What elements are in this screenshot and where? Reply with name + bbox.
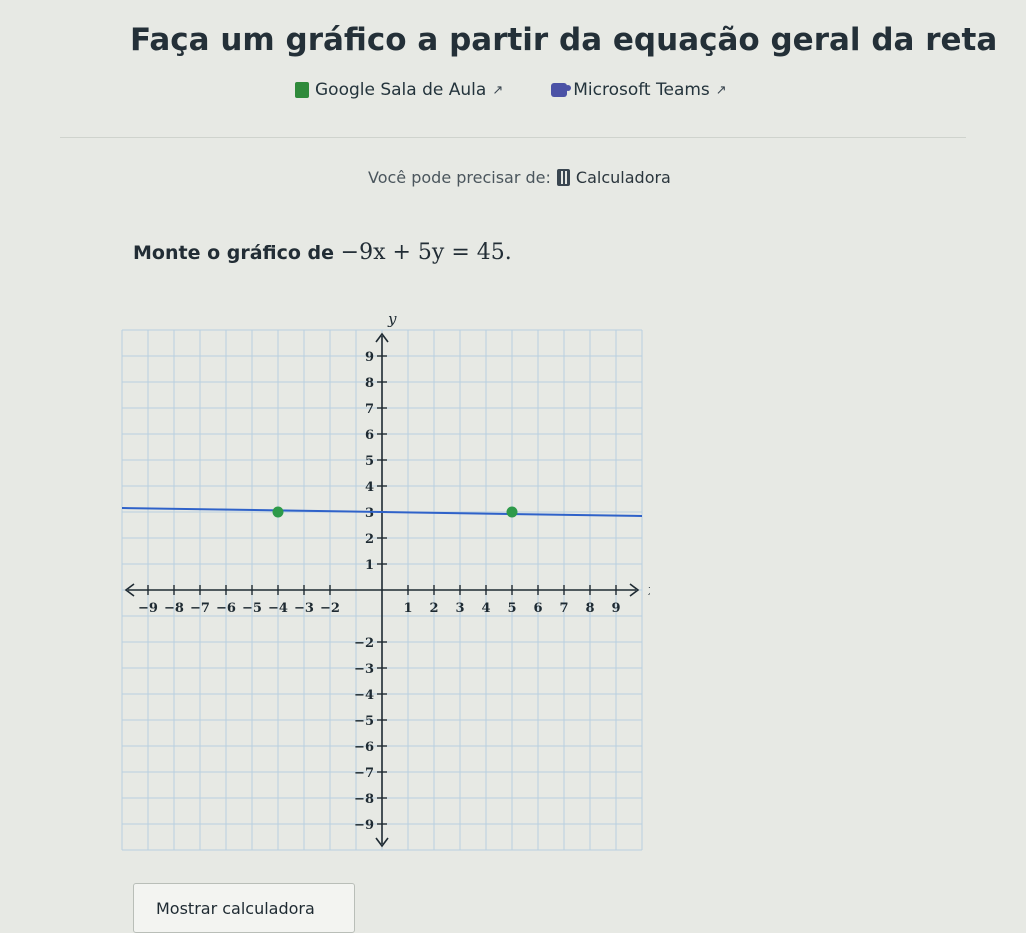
x-tick-label: 2 <box>429 601 438 616</box>
show-calculator-button[interactable]: Mostrar calculadora <box>133 883 355 933</box>
page-title: Faça um gráfico a partir da equação gera… <box>130 22 998 58</box>
y-tick-label: 7 <box>365 402 374 417</box>
y-tick-label: 9 <box>365 350 374 365</box>
y-tick-label: 4 <box>365 480 374 495</box>
x-tick-label: −2 <box>320 601 340 616</box>
x-tick-label: −4 <box>268 601 288 616</box>
draggable-point[interactable] <box>506 506 518 518</box>
y-tick-label: −3 <box>354 662 374 677</box>
y-tick-label: −4 <box>354 688 374 703</box>
y-tick-label: −9 <box>354 818 374 833</box>
x-tick-label: 3 <box>455 601 464 616</box>
microsoft-teams-icon <box>551 83 572 97</box>
x-tick-label: 9 <box>611 601 620 616</box>
y-tick-label: 8 <box>365 376 374 391</box>
x-tick-label: −5 <box>242 601 262 616</box>
coordinate-plane[interactable]: −9 −8 −7 −6 −5 −4 −3 −2 1 2 3 4 5 6 7 8 9 9 8 7 6 5 4 3 2 1 −2 −3 −4… <box>120 300 657 860</box>
microsoft-teams-link[interactable]: Microsoft Teams ↗ <box>551 80 727 100</box>
y-axis-label: y <box>387 310 397 328</box>
y-tick-label: −2 <box>354 636 374 651</box>
x-axis-label: x <box>648 581 650 599</box>
integration-links: Google Sala de Aula ↗ Microsoft Teams ↗ <box>295 80 727 100</box>
divider <box>60 137 966 138</box>
y-tick-label: 5 <box>365 454 374 469</box>
graph-area[interactable]: −9 −8 −7 −6 −5 −4 −3 −2 1 2 3 4 5 6 7 8 9 9 8 7 6 5 4 3 2 1 −2 −3 −4… <box>120 300 657 864</box>
y-tick-label: 2 <box>365 532 374 547</box>
resources-row: Você pode precisar de: Calculadora <box>368 168 671 187</box>
x-tick-label: −6 <box>216 601 236 616</box>
google-classroom-label: Google Sala de Aula <box>315 80 487 100</box>
y-tick-label: 3 <box>365 506 374 521</box>
x-tick-label: 6 <box>533 601 542 616</box>
y-tick-label: 1 <box>365 558 374 573</box>
x-tick-label: −9 <box>138 601 158 616</box>
external-link-icon: ↗ <box>715 82 727 98</box>
draggable-point[interactable] <box>272 506 284 518</box>
x-tick-label: 7 <box>559 601 568 616</box>
x-tick-label: −3 <box>294 601 314 616</box>
question-prefix: Monte o gráfico de <box>133 242 335 264</box>
x-tick-label: −8 <box>164 601 184 616</box>
y-tick-label: −6 <box>354 740 374 755</box>
y-tick-label: −7 <box>354 766 374 781</box>
google-classroom-link[interactable]: Google Sala de Aula ↗ <box>295 80 503 100</box>
microsoft-teams-label: Microsoft Teams <box>573 80 710 100</box>
resources-prefix: Você pode precisar de: <box>368 168 551 187</box>
x-tick-label: 1 <box>403 601 412 616</box>
calculator-icon <box>556 169 570 186</box>
equation: −9x + 5y = 45. <box>340 240 512 265</box>
calculator-link[interactable]: Calculadora <box>556 168 671 187</box>
y-tick-label: 6 <box>365 428 374 443</box>
google-classroom-icon <box>295 82 309 98</box>
x-tick-label: 5 <box>507 601 516 616</box>
x-tick-label: −7 <box>190 601 210 616</box>
calculator-label: Calculadora <box>575 168 671 187</box>
external-link-icon: ↗ <box>492 82 504 98</box>
question-prompt: Monte o gráfico de −9x + 5y = 45. <box>133 240 512 265</box>
y-tick-label: −5 <box>354 714 374 729</box>
x-tick-label: 4 <box>481 601 490 616</box>
x-tick-label: 8 <box>585 601 594 616</box>
y-tick-label: −8 <box>354 792 374 807</box>
